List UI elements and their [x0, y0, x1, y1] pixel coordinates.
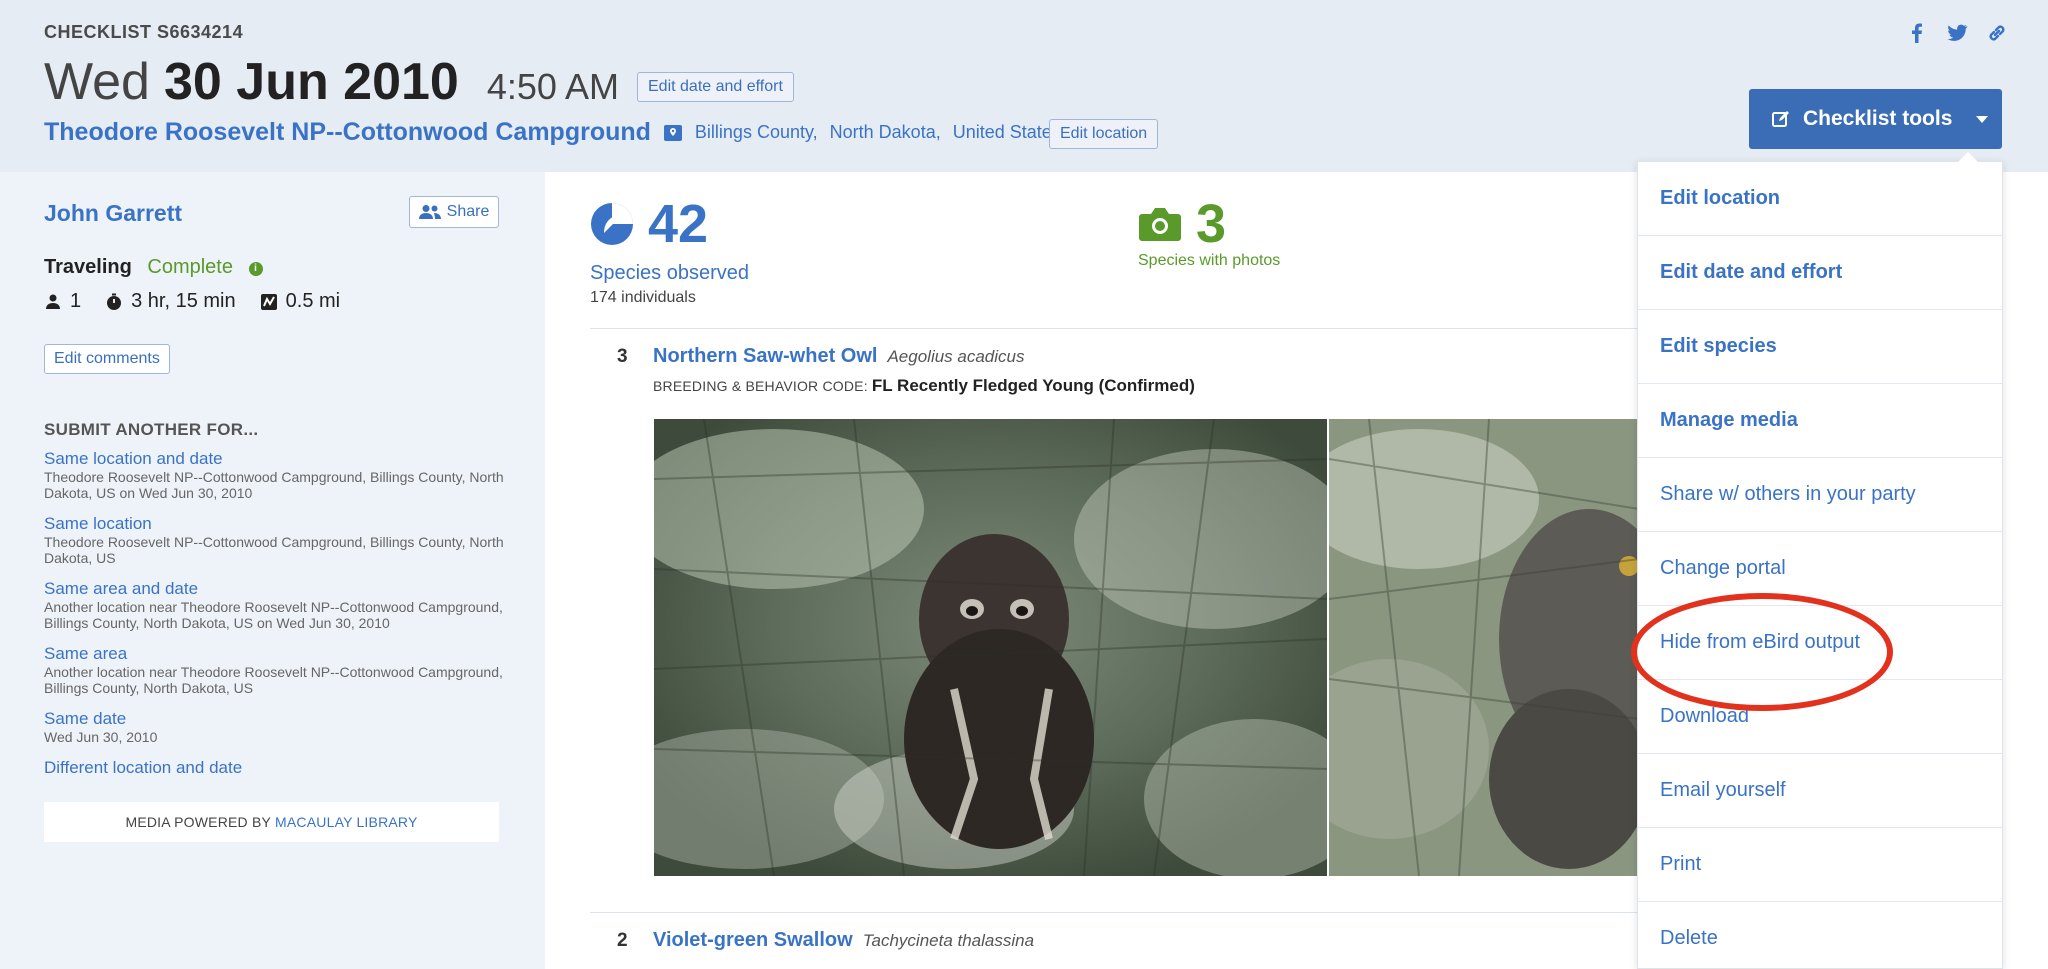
species-with-photos-label: Species with photos [1138, 252, 1281, 269]
title-weekday: Wed [44, 53, 150, 111]
submit-option-desc: Theodore Roosevelt NP--Cottonwood Campgr… [44, 469, 504, 501]
media-powered-by: MEDIA POWERED BY MACAULAY LIBRARY [44, 802, 499, 842]
menu-item-print[interactable]: Print [1638, 828, 2002, 902]
menu-item-change-portal[interactable]: Change portal [1638, 532, 2002, 606]
state-link[interactable]: North Dakota, [830, 122, 941, 143]
species-photo[interactable] [1329, 419, 1639, 876]
same-location-and-date-link[interactable]: Same location and date [44, 449, 504, 469]
menu-item-share-party[interactable]: Share w/ others in your party [1638, 458, 2002, 532]
duration: 3 hr, 15 min [105, 290, 236, 313]
info-icon[interactable]: i [248, 262, 263, 276]
submit-option-desc: Another location near Theodore Roosevelt… [44, 664, 503, 696]
link-icon[interactable] [1986, 22, 2008, 44]
submit-option: Same area Another location near Theodore… [44, 644, 504, 696]
caret-down-icon [1976, 115, 1989, 123]
breeding-code-value: FL Recently Fledged Young (Confirmed) [871, 376, 1195, 395]
species-row: 3 Northern Saw-whet Owl Aegolius acadicu… [617, 345, 1025, 368]
same-area-link[interactable]: Same area [44, 644, 504, 664]
edit-icon [1772, 111, 1789, 127]
species-observed-stat: 42 Species observed 174 individuals [590, 196, 749, 307]
species-photo[interactable] [654, 419, 1327, 876]
menu-item-hide-from-ebird[interactable]: Hide from eBird output [1638, 606, 2002, 680]
submit-option: Same location and date Theodore Roosevel… [44, 449, 504, 501]
photo-species-count: 3 [1196, 194, 1227, 254]
submit-option-desc: Theodore Roosevelt NP--Cottonwood Campgr… [44, 534, 504, 566]
location-row: Theodore Roosevelt NP--Cottonwood Campgr… [44, 118, 1061, 147]
species-row-count: 3 [617, 346, 628, 367]
species-with-photos-stat: 3 Species with photos [1138, 196, 1280, 270]
facebook-icon[interactable] [1906, 22, 1928, 44]
checklist-header: CHECKLIST S6634214 Wed 30 Jun 2010 4:50 … [0, 0, 2048, 172]
scientific-name: Tachycineta thalassina [862, 931, 1035, 950]
submit-another-heading: SUBMIT ANOTHER FOR... [44, 420, 259, 439]
menu-item-edit-date-effort[interactable]: Edit date and effort [1638, 236, 2002, 310]
people-icon [418, 205, 441, 219]
divider [590, 328, 1640, 329]
individuals-count: 174 individuals [590, 289, 696, 306]
share-label: Share [446, 203, 490, 220]
same-area-and-date-link[interactable]: Same area and date [44, 579, 504, 599]
title-time: 4:50 AM [486, 66, 619, 107]
map-icon[interactable] [663, 123, 683, 143]
share-button[interactable]: Share [409, 196, 499, 228]
submit-option: Same date Wed Jun 30, 2010 [44, 709, 504, 745]
submit-another-list: Same location and date Theodore Roosevel… [44, 449, 504, 791]
menu-item-manage-media[interactable]: Manage media [1638, 384, 2002, 458]
divider [590, 912, 1640, 913]
camera-icon [1139, 208, 1181, 241]
menu-arrow [1958, 152, 1978, 162]
same-location-link[interactable]: Same location [44, 514, 504, 534]
menu-item-delete[interactable]: Delete [1638, 902, 2002, 969]
edit-date-effort-button[interactable]: Edit date and effort [637, 72, 794, 102]
scientific-name: Aegolius acadicus [887, 347, 1025, 366]
breeding-code: BREEDING & BEHAVIOR CODE: FL Recently Fl… [653, 376, 1195, 395]
menu-item-edit-location[interactable]: Edit location [1638, 162, 2002, 236]
distance: 0.5 mi [260, 290, 340, 313]
menu-item-edit-species[interactable]: Edit species [1638, 310, 2002, 384]
submit-option: Different location and date [44, 758, 504, 778]
party-size: 1 [44, 290, 81, 313]
person-icon [46, 294, 60, 309]
edit-location-button[interactable]: Edit location [1049, 119, 1159, 149]
menu-item-download[interactable]: Download [1638, 680, 2002, 754]
submit-option: Same area and date Another location near… [44, 579, 504, 631]
different-location-and-date-link[interactable]: Different location and date [44, 758, 504, 778]
completion-status: Complete [147, 256, 233, 278]
checklist-title: Wed 30 Jun 2010 4:50 AM [44, 52, 619, 112]
submit-option-desc: Another location near Theodore Roosevelt… [44, 599, 503, 631]
county-link[interactable]: Billings County, [695, 122, 818, 143]
species-count: 42 [648, 194, 709, 254]
submit-option: Same location Theodore Roosevelt NP--Cot… [44, 514, 504, 566]
checklist-tools-menu: Edit location Edit date and effort Edit … [1637, 152, 2003, 969]
route-icon [260, 293, 277, 310]
submit-option-desc: Wed Jun 30, 2010 [44, 729, 158, 745]
macaulay-library-link[interactable]: MACAULAY LIBRARY [275, 814, 417, 830]
species-observed-label: Species observed [590, 262, 749, 284]
menu-item-email-yourself[interactable]: Email yourself [1638, 754, 2002, 828]
protocol-row: Traveling Complete i [44, 256, 263, 279]
species-name-link[interactable]: Northern Saw-whet Owl [653, 345, 877, 368]
checklist-tools-button[interactable]: Checklist tools [1749, 89, 2002, 149]
species-row-count: 2 [617, 930, 628, 951]
same-date-link[interactable]: Same date [44, 709, 504, 729]
twitter-icon[interactable] [1946, 22, 1968, 44]
observer-name-link[interactable]: John Garrett [44, 200, 182, 227]
stopwatch-icon [107, 293, 122, 310]
species-icon [591, 203, 633, 245]
country-link[interactable]: United States [953, 122, 1061, 143]
social-links [1906, 22, 2008, 44]
protocol-type: Traveling [44, 256, 132, 278]
edit-comments-button[interactable]: Edit comments [44, 344, 170, 374]
title-date: 30 Jun 2010 [163, 53, 459, 111]
location-name-link[interactable]: Theodore Roosevelt NP--Cottonwood Campgr… [44, 118, 651, 147]
checklist-tools-label: Checklist tools [1803, 107, 1953, 130]
effort-stats: 1 3 hr, 15 min 0.5 mi [44, 290, 364, 313]
species-name-link[interactable]: Violet-green Swallow [653, 929, 853, 952]
species-row: 2 Violet-green Swallow Tachycineta thala… [617, 929, 1034, 952]
checklist-id: CHECKLIST S6634214 [44, 22, 244, 42]
